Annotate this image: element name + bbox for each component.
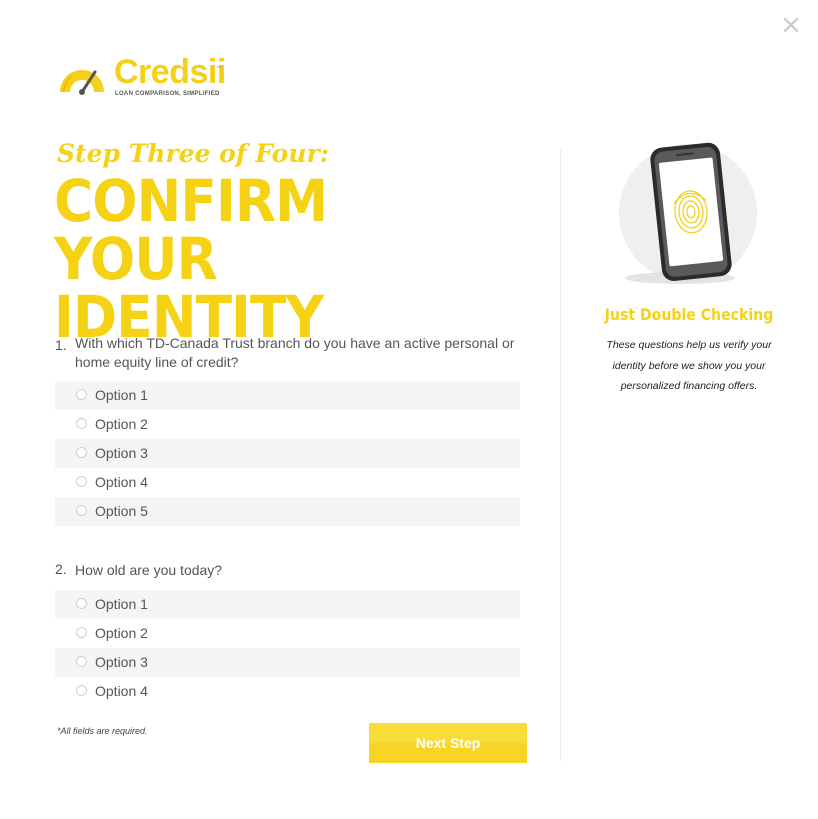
option-radio[interactable]: Option 1 — [55, 381, 520, 410]
question-number: 2. — [55, 561, 67, 577]
option-label: Option 4 — [95, 683, 148, 699]
question-text: How old are you today? — [75, 562, 223, 578]
option-label: Option 1 — [95, 596, 148, 612]
close-icon[interactable]: × — [780, 12, 802, 38]
question-text: With which TD-Canada Trust branch do you… — [75, 335, 515, 370]
radio-button[interactable] — [76, 627, 87, 638]
divider — [560, 149, 561, 761]
step-indicator: Step Three of Four: — [57, 139, 329, 168]
option-radio[interactable]: Option 1 — [55, 590, 520, 619]
option-label: Option 1 — [95, 387, 148, 403]
radio-button[interactable] — [76, 505, 87, 516]
required-note: *All fields are required. — [57, 726, 148, 736]
fingerprint-phone-icon — [610, 140, 760, 290]
option-label: Option 3 — [95, 654, 148, 670]
option-radio[interactable]: Option 3 — [55, 439, 520, 468]
option-radio[interactable]: Option 2 — [55, 619, 520, 648]
options-list: Option 1 Option 2 Option 3 Option 4 — [55, 590, 520, 706]
speedometer-icon — [60, 70, 104, 95]
option-label: Option 2 — [95, 416, 148, 432]
next-step-label: Next Step — [415, 735, 481, 751]
trademark: ™ — [216, 66, 222, 72]
option-radio[interactable]: Option 3 — [55, 648, 520, 677]
option-radio[interactable]: Option 2 — [55, 410, 520, 439]
option-label: Option 2 — [95, 625, 148, 641]
radio-button[interactable] — [76, 389, 87, 400]
option-radio[interactable]: Option 4 — [55, 468, 520, 497]
brand-tagline: LOAN COMPARISON, SIMPLIFIED — [115, 91, 220, 97]
option-label: Option 4 — [95, 474, 148, 490]
radio-button[interactable] — [76, 476, 87, 487]
brand-name: Credsii — [114, 53, 226, 91]
option-radio[interactable]: Option 4 — [55, 677, 520, 706]
sidebar-title: Just Double Checking — [604, 305, 774, 324]
radio-button[interactable] — [76, 447, 87, 458]
radio-button[interactable] — [76, 598, 87, 609]
option-label: Option 5 — [95, 503, 148, 519]
option-radio[interactable]: Option 5 — [55, 497, 520, 526]
options-list: Option 1 Option 2 Option 3 Option 4 Opti… — [55, 381, 520, 526]
radio-button[interactable] — [76, 685, 87, 696]
sidebar-text: These questions help us verify your iden… — [606, 339, 772, 392]
page-title: CONFIRM YOUR IDENTITY — [54, 167, 328, 351]
radio-button[interactable] — [76, 418, 87, 429]
next-step-button[interactable]: Next Step — [369, 723, 527, 763]
question-number: 1. — [55, 337, 67, 353]
option-label: Option 3 — [95, 445, 148, 461]
radio-button[interactable] — [76, 656, 87, 667]
credsii-logo: Credsii ™ LOAN COMPARISON, SIMPLIFIED — [57, 53, 237, 102]
